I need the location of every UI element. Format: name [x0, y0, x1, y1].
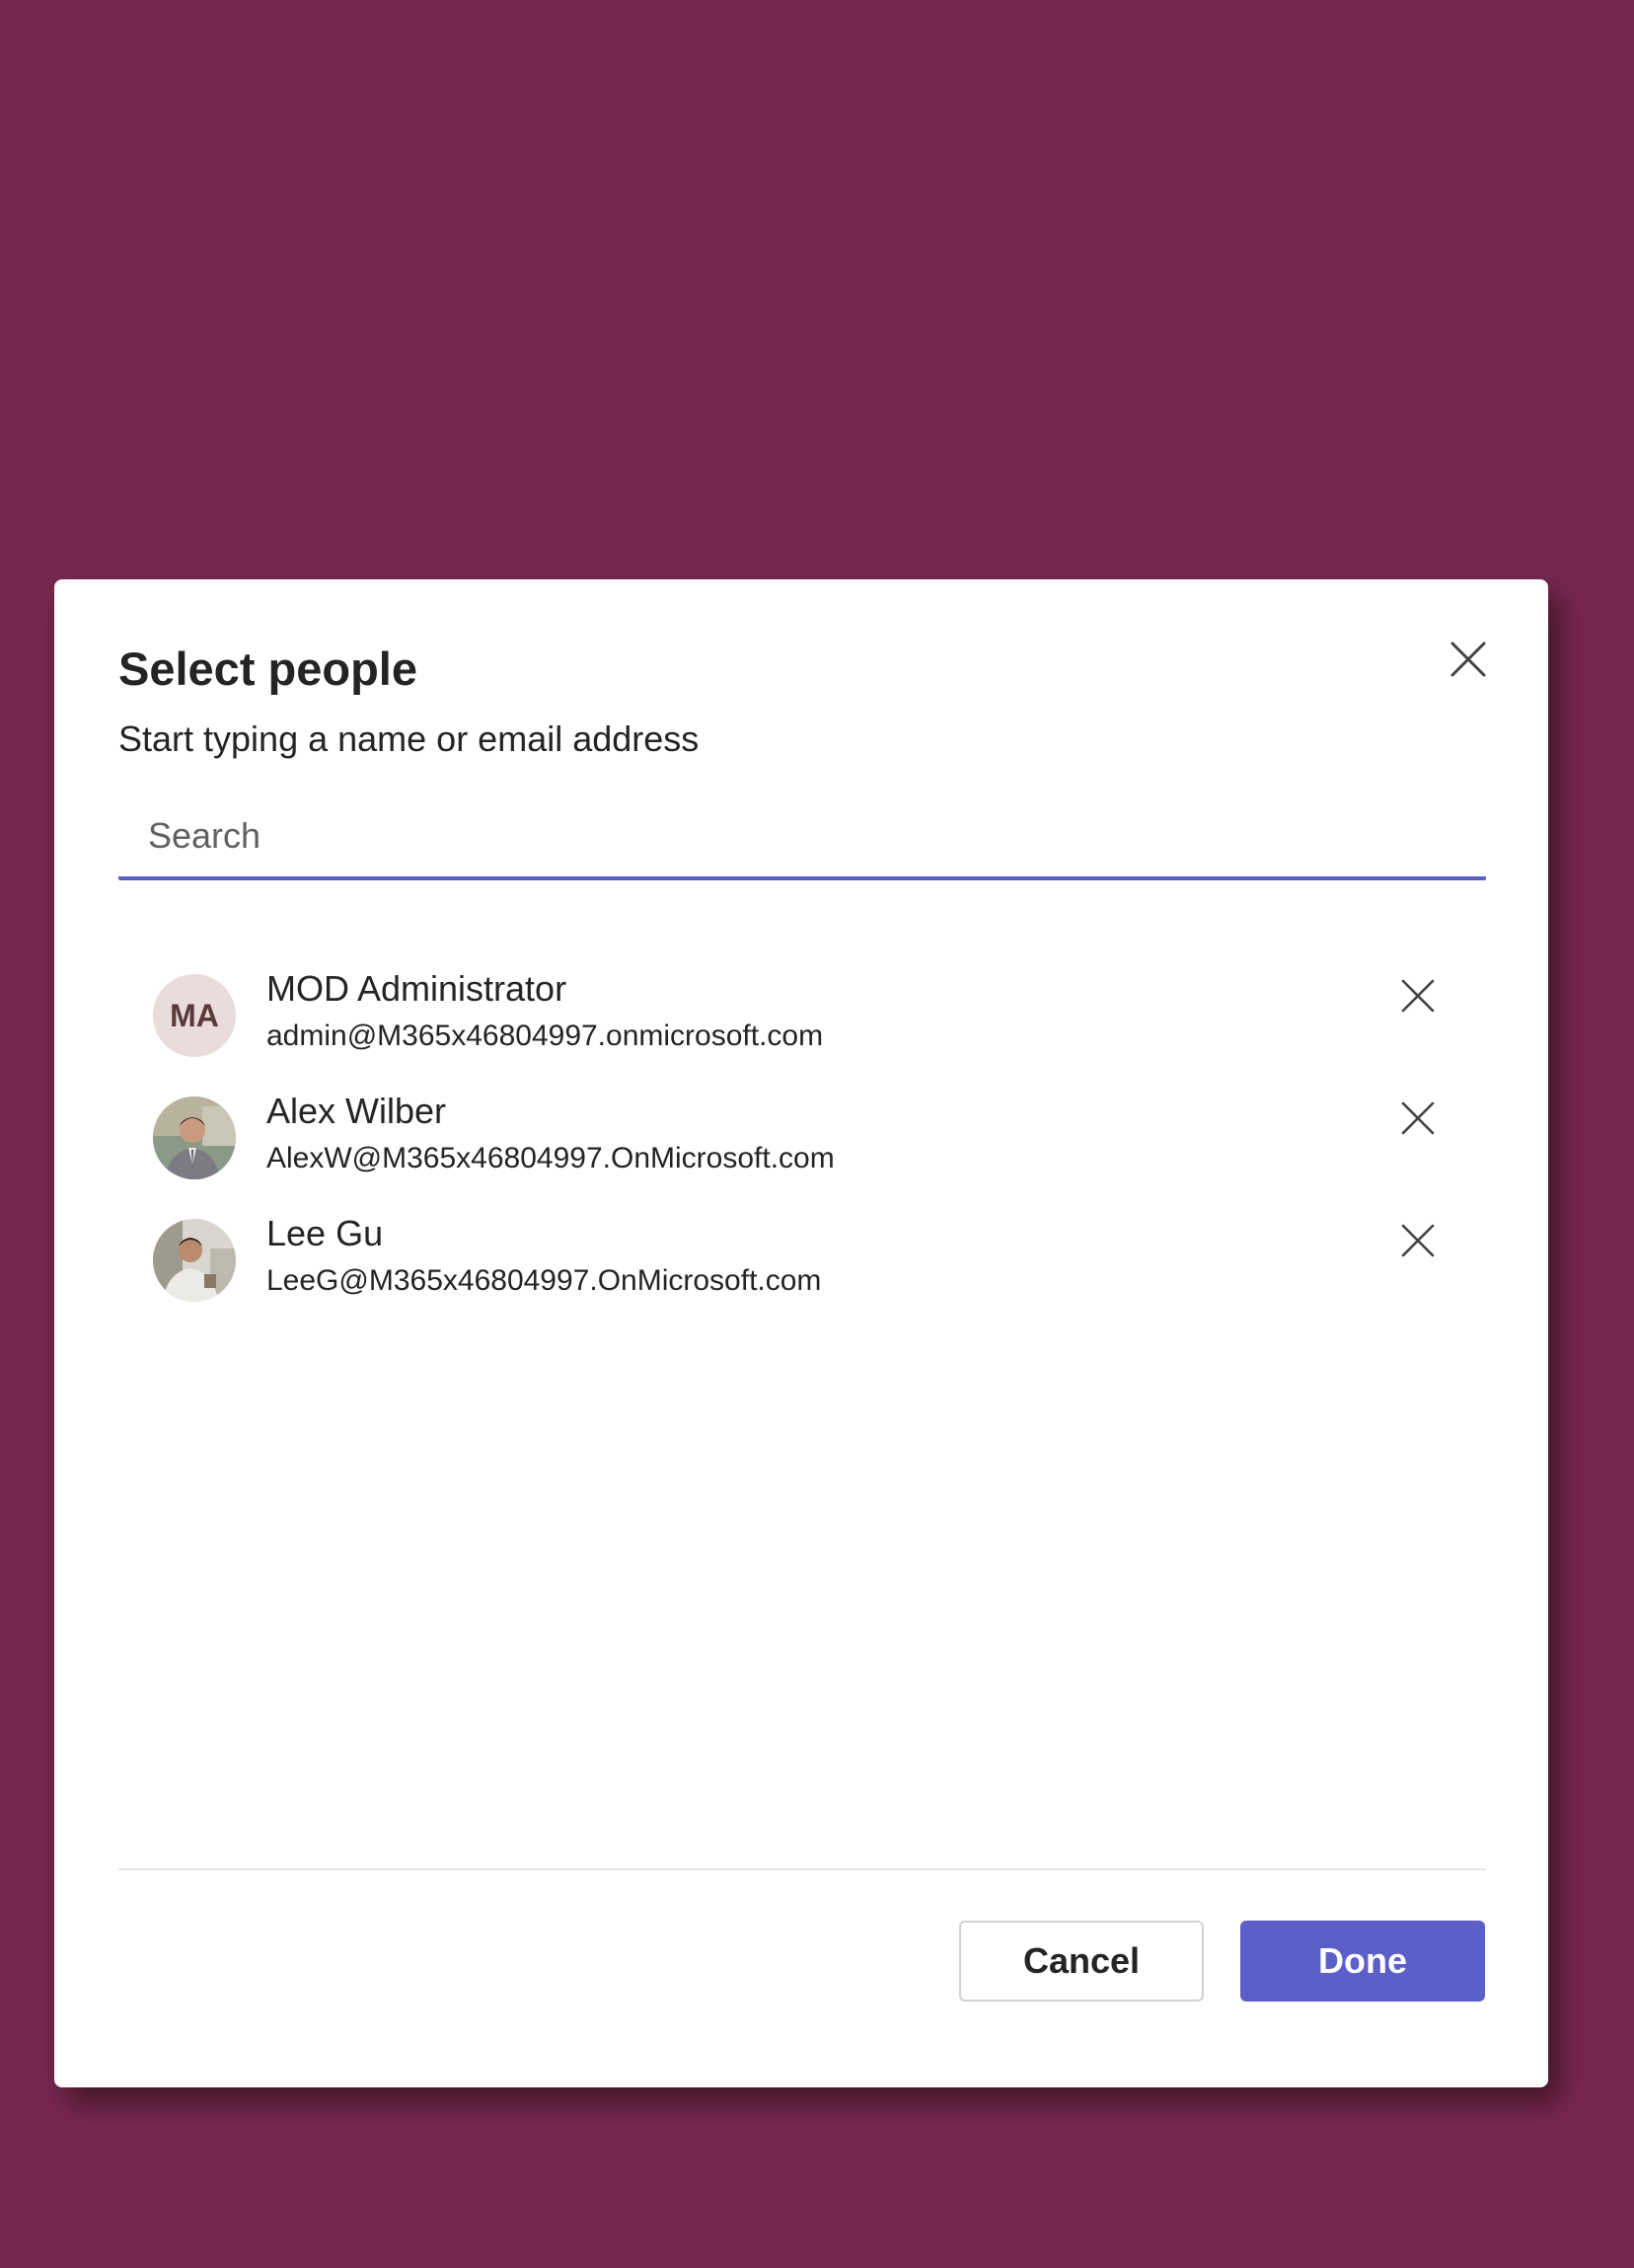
search-input[interactable] — [148, 796, 1450, 875]
person-item: Lee Gu LeeG@M365x46804997.OnMicrosoft.co… — [153, 1213, 1505, 1341]
person-photo-icon — [153, 1219, 236, 1302]
person-item: MA MOD Administrator admin@M365x46804997… — [153, 968, 1505, 1096]
person-email: LeeG@M365x46804997.OnMicrosoft.com — [266, 1264, 822, 1297]
person-item: Alex Wilber AlexW@M365x46804997.OnMicros… — [153, 1091, 1505, 1219]
person-photo-icon — [153, 1096, 236, 1179]
close-icon — [1401, 1101, 1435, 1135]
footer-divider — [118, 1868, 1486, 1870]
avatar — [153, 1096, 236, 1179]
done-button[interactable]: Done — [1240, 1921, 1485, 2002]
person-name: Alex Wilber — [266, 1091, 447, 1131]
remove-person-button[interactable] — [1396, 1096, 1440, 1140]
person-name: MOD Administrator — [266, 968, 567, 1009]
close-icon — [1401, 1224, 1435, 1257]
select-people-dialog: Select people Start typing a name or ema… — [54, 579, 1548, 2087]
close-icon — [1450, 642, 1486, 677]
close-icon — [1401, 979, 1435, 1013]
avatar — [153, 1219, 236, 1302]
person-email: AlexW@M365x46804997.OnMicrosoft.com — [266, 1142, 835, 1174]
cancel-button[interactable]: Cancel — [959, 1921, 1204, 2002]
remove-person-button[interactable] — [1396, 974, 1440, 1018]
remove-person-button[interactable] — [1396, 1219, 1440, 1262]
dialog-subtitle: Start typing a name or email address — [118, 718, 700, 759]
person-email: admin@M365x46804997.onmicrosoft.com — [266, 1020, 824, 1052]
avatar-initials: MA — [170, 997, 219, 1033]
dialog-title: Select people — [118, 643, 417, 695]
close-button[interactable] — [1436, 627, 1501, 692]
person-name: Lee Gu — [266, 1213, 384, 1253]
selected-people-list: MA MOD Administrator admin@M365x46804997… — [153, 968, 1505, 1341]
search-field[interactable] — [118, 796, 1486, 880]
avatar: MA — [153, 974, 236, 1057]
